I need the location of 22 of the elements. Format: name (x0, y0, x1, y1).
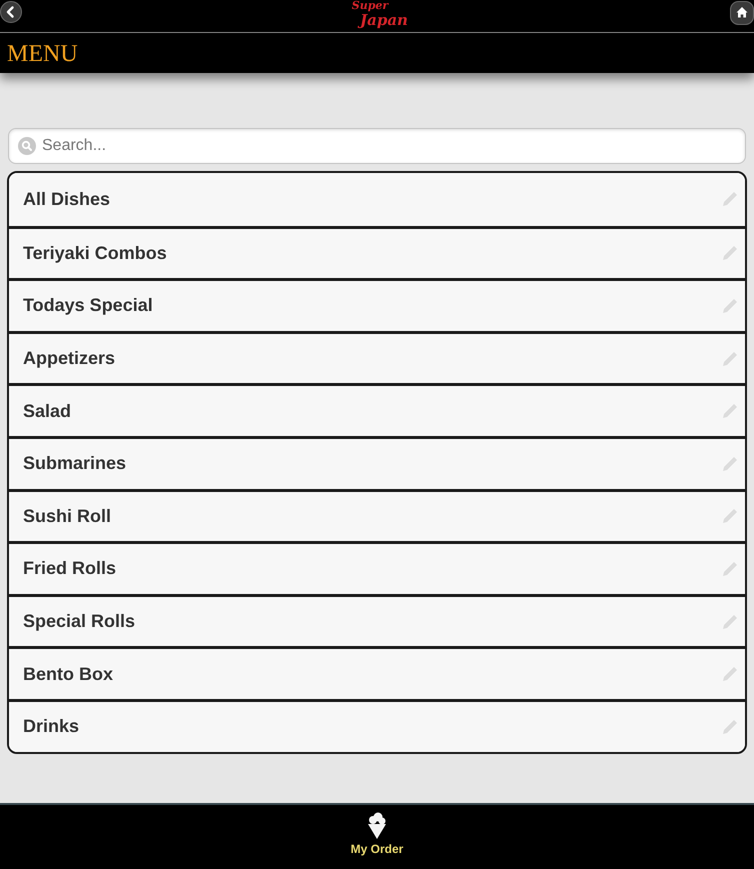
ice-cream-cone-icon (367, 812, 387, 840)
search-field[interactable]: Search... (8, 128, 746, 164)
pencil-icon (721, 244, 739, 262)
menu-item[interactable]: Special Rolls (9, 594, 745, 646)
pencil-icon (721, 454, 739, 473)
search-icon (18, 137, 36, 155)
logo: Super Japan (350, 0, 408, 29)
pencil-icon (721, 665, 739, 684)
menu-item[interactable]: Appetizers (9, 330, 745, 384)
my-order-tab[interactable]: My Order (350, 812, 404, 855)
pencil-icon (721, 402, 739, 420)
pencil-icon (721, 612, 739, 631)
pencil-icon (721, 718, 739, 736)
page-title: MENU (7, 42, 78, 66)
pencil-icon (721, 350, 739, 368)
pencil-icon (721, 296, 739, 315)
pencil-icon (721, 560, 739, 578)
back-icon[interactable] (0, 1, 22, 23)
pencil-icon (721, 507, 739, 526)
home-icon[interactable] (730, 1, 754, 25)
pencil-icon (721, 190, 739, 208)
menu-item[interactable]: Drinks (9, 698, 745, 752)
